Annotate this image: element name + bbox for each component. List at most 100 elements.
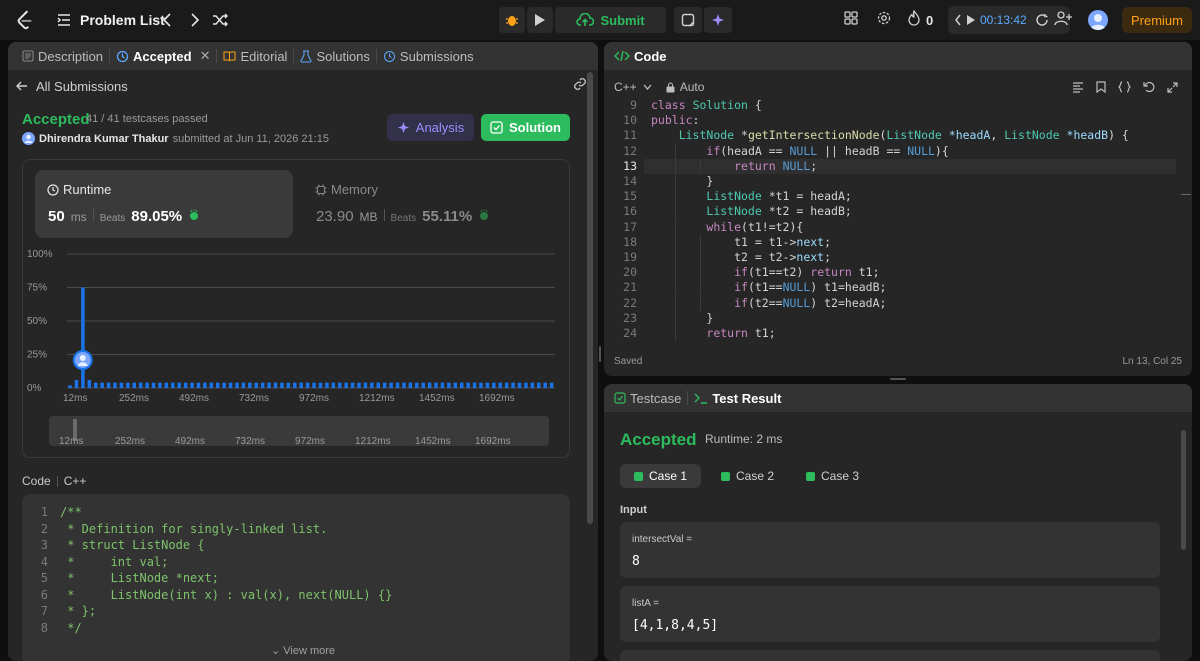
tab-submissions[interactable]: Submissions (377, 49, 480, 64)
ai-sparkle-icon[interactable] (704, 7, 732, 33)
case-tab-2[interactable]: Case 2 (707, 464, 788, 488)
indent-guide (699, 234, 701, 250)
notes-icon[interactable] (674, 7, 702, 33)
bar (286, 382, 291, 388)
expand-icon[interactable] (1167, 81, 1178, 93)
editor-line[interactable]: 14 } (604, 174, 713, 189)
scrollbar[interactable] (1181, 430, 1186, 550)
chevron-left-icon[interactable] (158, 10, 176, 30)
code-line: 4 * int val; (22, 554, 169, 570)
case-tab-3[interactable]: Case 3 (792, 464, 873, 488)
analysis-button[interactable]: Analysis (387, 114, 474, 141)
indent-guide (699, 158, 701, 174)
bar (215, 382, 220, 388)
editor-line[interactable]: 18 t1 = t1->next; (604, 235, 831, 250)
autocomplete-mode[interactable]: Auto (666, 80, 704, 94)
layout-grid-icon[interactable] (843, 10, 859, 26)
editor-line[interactable]: 15 ListNode *t1 = headA; (604, 189, 852, 204)
range-tick-label: 1212ms (355, 436, 391, 447)
runtime-distribution-chart[interactable]: 100% 75% 50% 25% 0% 12ms 252ms 492ms 732ms 972ms 1… (23, 246, 571, 451)
tab-accepted[interactable]: Accepted ✕ (110, 48, 216, 64)
tab-solutions[interactable]: Solutions (294, 49, 375, 64)
bar (421, 382, 425, 388)
tab-description[interactable]: Description (16, 49, 109, 64)
bar (331, 382, 336, 388)
bar (415, 382, 419, 388)
memory-card[interactable]: Memory 23.90 MB Beats 55.11% (303, 170, 553, 238)
line-text: if(t1==t2) return t1; (734, 265, 880, 280)
undo-icon[interactable] (1143, 81, 1155, 93)
author-name[interactable]: Dhirendra Kumar Thakur (39, 133, 169, 145)
avatar[interactable] (1088, 10, 1108, 30)
editor-line[interactable]: 23 } (604, 311, 713, 326)
submit-button[interactable]: Submit (555, 7, 666, 33)
format-icon[interactable] (1072, 81, 1084, 93)
premium-button[interactable]: Premium (1122, 7, 1192, 33)
memory-values: 23.90 MB Beats 55.11% (316, 208, 490, 225)
link-icon[interactable] (572, 76, 588, 92)
chevron-right-icon[interactable] (186, 10, 204, 30)
language-select[interactable]: C++ (614, 80, 652, 94)
tab-test-result[interactable]: Test Result (688, 391, 787, 406)
case-tab-1[interactable]: Case 1 (620, 464, 702, 488)
tab-testcase[interactable]: Testcase (614, 391, 687, 406)
bar (479, 382, 483, 388)
leetcode-logo-icon[interactable] (14, 9, 36, 31)
close-icon[interactable]: ✕ (200, 48, 211, 64)
run-button[interactable] (527, 7, 553, 33)
input-box[interactable]: intersectVal = 8 (620, 522, 1160, 578)
bar (183, 382, 188, 388)
editor-line[interactable]: 13 return NULL; (604, 159, 817, 174)
editor-line[interactable]: 12 if(headA == NULL || headB == NULL){ (604, 144, 949, 159)
bookmark-icon[interactable] (1096, 81, 1106, 93)
line-number: 7 (40, 604, 48, 618)
braces-icon[interactable] (1118, 81, 1131, 93)
editor-line[interactable]: 22 if(t2==NULL) t2=headA; (604, 296, 886, 311)
shuffle-icon[interactable] (210, 10, 230, 30)
bar (382, 382, 387, 388)
editor-line[interactable]: 10 public: (604, 113, 699, 128)
input-box[interactable]: listA = [4,1,8,4,5] (620, 586, 1160, 642)
editor-line[interactable]: 9 class Solution { (604, 98, 762, 113)
scrollbar[interactable] (587, 72, 593, 524)
editor-line[interactable]: 19 t2 = t2->next; (604, 250, 831, 265)
streak-fire-icon[interactable] (907, 10, 921, 26)
bar (209, 382, 214, 388)
tab-editorial[interactable]: Editorial (217, 49, 293, 64)
all-submissions-link[interactable]: All Submissions (8, 76, 598, 96)
play-icon[interactable] (966, 14, 976, 26)
line-number: 2 (40, 521, 48, 536)
editor-line[interactable]: 16 ListNode *t2 = headB; (604, 204, 852, 219)
editor-line[interactable]: 24 return t1; (604, 326, 776, 341)
input-box[interactable] (620, 650, 1160, 661)
line-text: if(headA == NULL || headB == NULL){ (706, 143, 949, 158)
bar (203, 382, 207, 388)
runtime-card[interactable]: Runtime 50 ms Beats 89.05% (35, 170, 293, 238)
bar (119, 382, 124, 388)
panel-resize-handle[interactable] (890, 378, 906, 380)
bar (312, 382, 316, 388)
bar (325, 382, 329, 388)
editor-line[interactable]: 11 ListNode *getIntersectionNode(ListNod… (604, 128, 1129, 143)
editor-line[interactable]: 20 if(t1==t2) return t1; (604, 265, 879, 280)
add-user-icon[interactable] (1054, 10, 1072, 26)
gear-icon[interactable] (876, 10, 892, 26)
editor-line[interactable]: 17 while(t1!=t2){ (604, 220, 803, 235)
tab-label: Description (38, 48, 104, 64)
tab-code[interactable]: Code (614, 49, 673, 64)
view-more-button[interactable]: ⌄ View more (8, 644, 598, 657)
problem-list-link[interactable]: Problem List (80, 12, 165, 28)
list-icon[interactable] (56, 12, 72, 28)
debug-icon[interactable] (499, 7, 525, 33)
submitted-code-block[interactable]: 1 /** 2 * Definition for singly-linked lis… (22, 494, 570, 661)
panel-resize-handle[interactable] (599, 346, 601, 362)
reset-icon[interactable] (1035, 13, 1049, 27)
chevron-left-icon[interactable] (954, 14, 962, 26)
code-icon (614, 50, 630, 62)
stats-box: Runtime 50 ms Beats 89.05% Memory 23.90 … (22, 159, 570, 458)
bar (537, 382, 541, 388)
editor-line[interactable]: 21 if(t1==NULL) t1=headB; (604, 280, 886, 295)
indent-guide (675, 280, 677, 296)
bar (241, 382, 246, 388)
solution-button[interactable]: Solution (481, 114, 570, 141)
